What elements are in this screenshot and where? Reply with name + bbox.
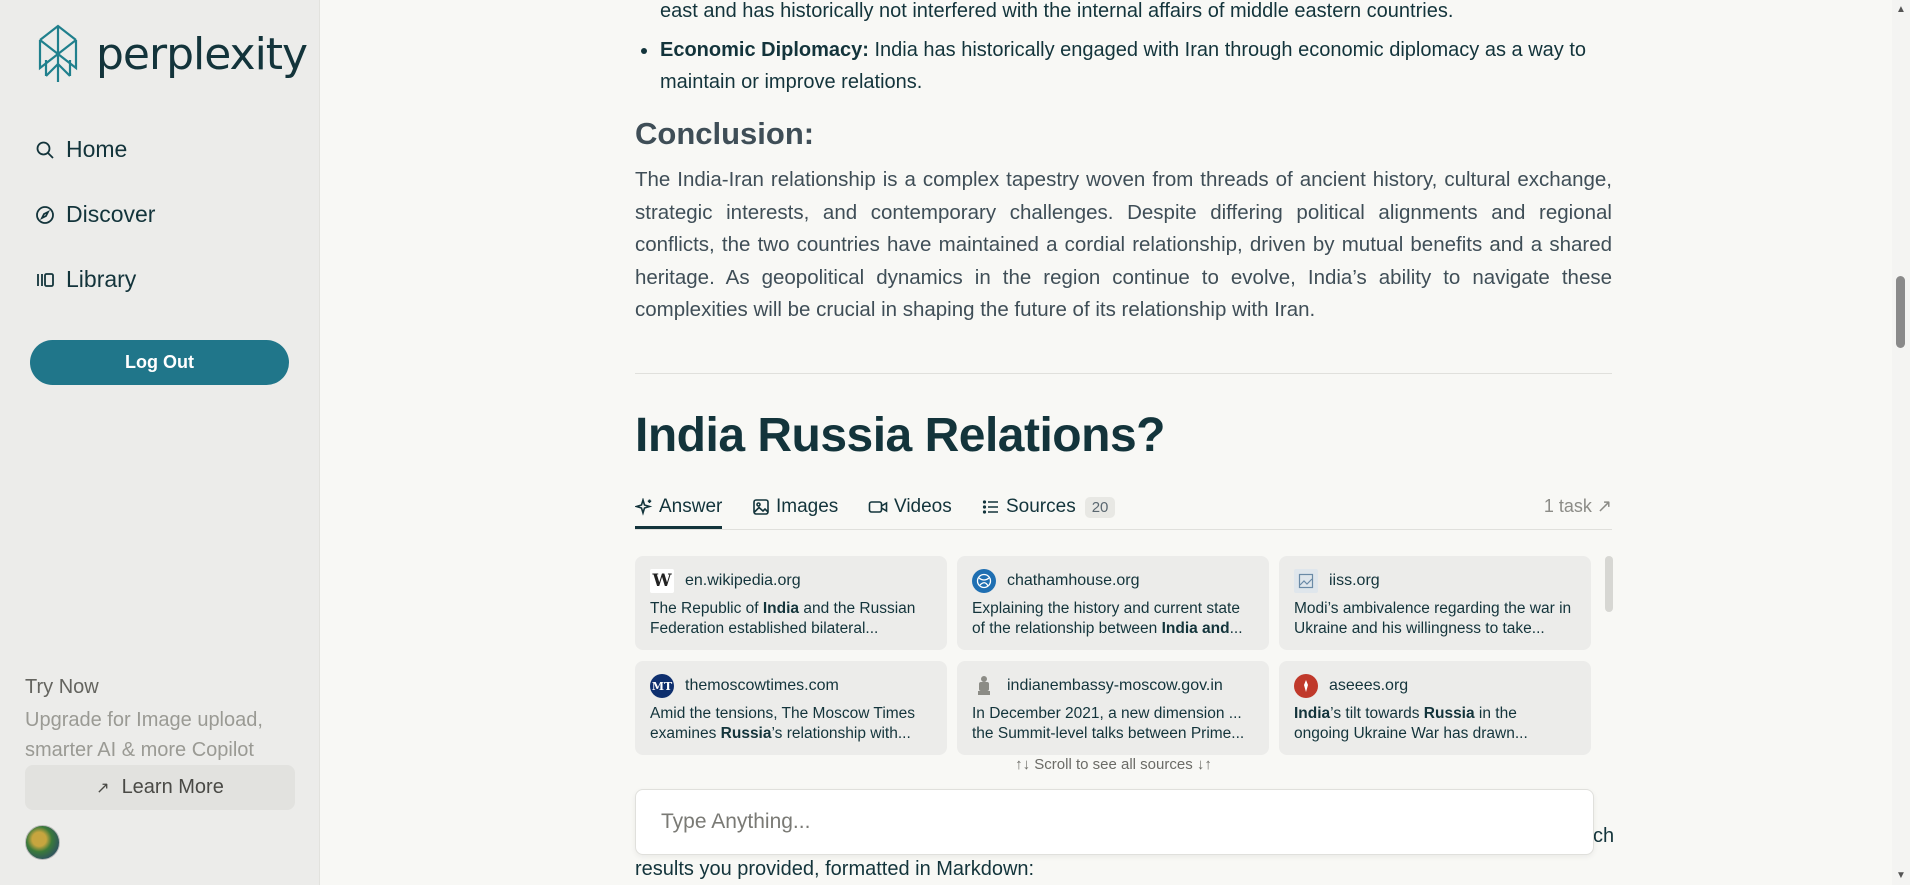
query-input[interactable] [636,790,1593,854]
tab-videos[interactable]: Videos [868,492,952,522]
source-card-header: W en.wikipedia.org [650,569,932,593]
aseees-icon [1294,674,1318,698]
source-domain: chathamhouse.org [1007,572,1140,589]
wikipedia-icon: W [650,569,674,593]
logout-button[interactable]: Log Out [30,340,289,385]
source-snippet: Modi’s ambivalence regarding the war in … [1294,600,1572,637]
source-card[interactable]: aseees.org India’s tilt towards Russia i… [1279,661,1591,755]
source-snippet: In December 2021, a new dimension ... th… [972,705,1245,742]
nav-home-label: Home [66,136,128,162]
source-domain: en.wikipedia.org [685,572,801,589]
scroll-up-arrow-icon[interactable]: ▲ [1896,4,1906,15]
sources-count-badge: 20 [1084,496,1116,518]
source-domain: themoscowtimes.com [685,677,839,694]
search-icon [34,139,56,161]
perplexity-logo[interactable]: perplexity [34,24,308,84]
scrollbar-thumb[interactable] [1896,276,1905,348]
upgrade-text: Upgrade for Image upload, smarter AI & m… [25,709,263,761]
bullet-dot [641,48,647,54]
task-link[interactable]: 1 task ↗ [1544,496,1612,517]
tab-sources-label: Sources [1006,496,1076,517]
tab-images[interactable]: Images [752,492,838,522]
divider [635,373,1612,374]
video-camera-icon [868,498,888,516]
logo-text: perplexity [96,28,308,80]
source-card-header: iiss.org [1294,569,1576,593]
nav-discover[interactable]: Discover [34,201,155,228]
source-domain: aseees.org [1329,677,1409,694]
source-domain: indianembassy-moscow.gov.in [1007,677,1223,694]
source-snippet: India’s tilt towards Russia in the ongoi… [1294,705,1528,742]
answer-tabs: Answer Images Videos Sources 20 1 task ↗ [635,492,1612,530]
sparkle-icon [635,498,653,516]
nav-discover-label: Discover [66,201,156,227]
source-card[interactable]: iiss.org Modi’s ambivalence regarding th… [1279,556,1591,650]
scroll-hint: ↑↓ Scroll to see all sources ↓↑ [1015,756,1212,773]
library-icon [34,269,56,291]
source-card-header: chathamhouse.org [972,569,1254,593]
source-snippet: Amid the tensions, The Moscow Times exam… [650,705,916,742]
tab-answer[interactable]: Answer [635,492,722,522]
learn-more-button[interactable]: ↗ Learn More [25,765,295,810]
bullet-text: Economic Diplomacy: India has historical… [660,34,1612,98]
source-card[interactable]: W en.wikipedia.org The Republic of India… [635,556,947,650]
sources-scrollbar[interactable] [1605,556,1613,612]
tab-images-label: Images [776,496,839,517]
nav-library-label: Library [66,266,137,292]
list-icon [982,498,1000,516]
source-card[interactable]: indianembassy-moscow.gov.in In December … [957,661,1269,755]
source-card[interactable]: chathamhouse.org Explaining the history … [957,556,1269,650]
image-icon [752,498,770,516]
moscow-times-icon: MT [650,674,674,698]
avatar[interactable] [25,825,60,860]
source-card-header: indianembassy-moscow.gov.in [972,674,1254,698]
scroll-down-arrow-icon[interactable]: ▼ [1896,870,1906,881]
tab-sources[interactable]: Sources 20 [982,492,1116,522]
conclusion-heading: Conclusion: [635,116,815,151]
bullet-continuation: east and has historically not interfered… [660,0,1454,22]
nav-library[interactable]: Library [34,266,136,293]
compass-icon [34,204,56,226]
answer-intro-text: results you provided, formatted in Markd… [635,858,1035,880]
source-card[interactable]: MT themoscowtimes.com Amid the tensions,… [635,661,947,755]
perplexity-logo-icon [38,24,78,82]
conclusion-paragraph: The India-Iran relationship is a complex… [635,168,1612,321]
source-card-header: MT themoscowtimes.com [650,674,932,698]
source-domain: iiss.org [1329,572,1380,589]
arrow-up-right-icon: ↗ [96,779,110,797]
learn-more-label: Learn More [121,776,224,798]
nav-home[interactable]: Home [34,136,127,163]
query-input-box[interactable] [635,789,1594,855]
emblem-icon [972,674,996,698]
page-scrollbar[interactable]: ▲ ▼ [1892,0,1910,885]
globe-icon [972,569,996,593]
source-card-header: aseees.org [1294,674,1576,698]
question-title: India Russia Relations? [635,409,1165,462]
broken-image-icon [1294,569,1318,593]
active-tab-indicator [635,526,722,529]
tab-videos-label: Videos [894,496,952,517]
try-now-label: Try Now [25,676,99,698]
tab-answer-label: Answer [659,496,723,517]
sidebar: perplexity Home Discover Library Log Out… [0,0,320,885]
partial-text: ch [1593,825,1615,847]
bullet-title: Economic Diplomacy: [660,39,869,61]
source-snippet: The Republic of India and the Russian Fe… [650,600,916,637]
source-snippet: Explaining the history and current state… [972,600,1243,637]
